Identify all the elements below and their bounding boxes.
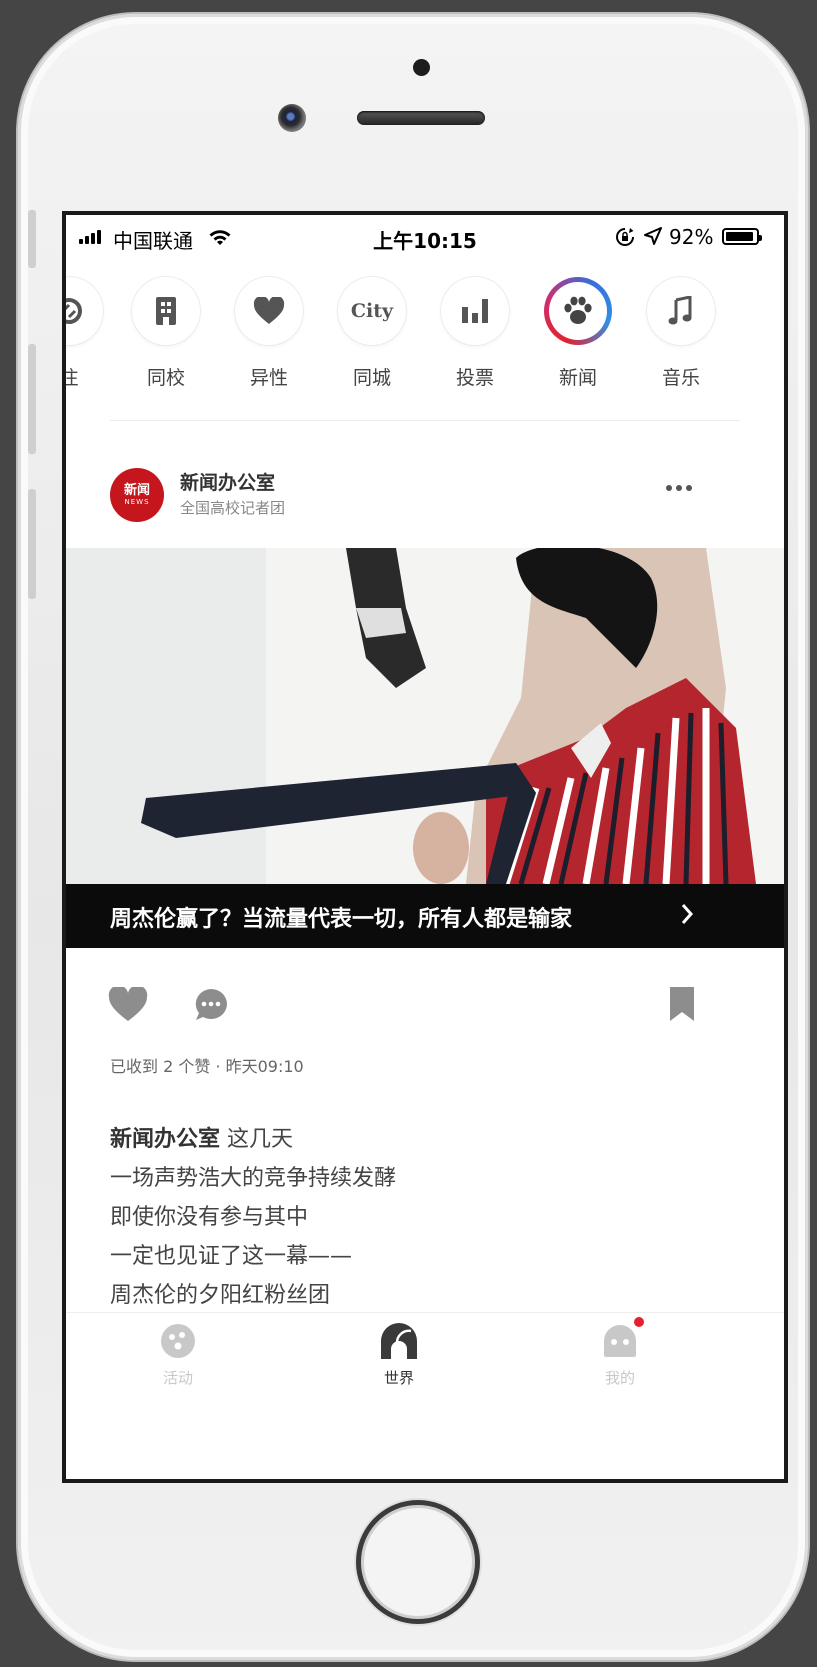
author-name[interactable]: 新闻办公室 bbox=[180, 468, 275, 495]
heart-icon bbox=[235, 277, 303, 345]
category-music[interactable]: 音乐 bbox=[636, 277, 726, 390]
profile-icon bbox=[600, 1317, 644, 1361]
music-note-icon bbox=[647, 277, 715, 345]
category-label: 同城 bbox=[352, 367, 391, 389]
post-body-line: 新闻办公室 这几天 bbox=[110, 1127, 294, 1152]
author-avatar[interactable]: 新闻 NEWS bbox=[110, 468, 164, 522]
bar-chart-icon bbox=[441, 277, 509, 345]
notification-badge bbox=[634, 1317, 644, 1327]
category-same-school[interactable]: 同校 bbox=[121, 277, 211, 390]
rotation-lock-icon bbox=[616, 228, 634, 246]
section-divider bbox=[110, 420, 740, 421]
home-button[interactable] bbox=[356, 1500, 480, 1624]
tab-label: 我的 bbox=[604, 1369, 635, 1387]
post-body-line: 周杰伦的夕阳红粉丝团 bbox=[110, 1283, 331, 1308]
world-icon bbox=[379, 1321, 419, 1361]
like-heart-icon[interactable] bbox=[108, 987, 148, 1023]
photo-caption: 周杰伦赢了？当流量代表一切，所有人都是输家 bbox=[110, 907, 573, 932]
more-options-icon[interactable] bbox=[666, 485, 692, 491]
bottom-tab-bar: 活动 世界 我的 bbox=[66, 1312, 784, 1398]
tab-profile[interactable]: 我的 bbox=[560, 1317, 680, 1388]
status-bar: 中国联通 上午10:15 92% bbox=[66, 215, 784, 259]
category-label: 新闻 bbox=[558, 367, 597, 389]
tab-label: 活动 bbox=[162, 1369, 193, 1387]
app-screen: 中国联通 上午10:15 92% 注 bbox=[62, 211, 788, 1483]
battery-percent: 92% bbox=[669, 225, 714, 249]
volume-up-button bbox=[28, 344, 36, 454]
battery-level bbox=[726, 232, 753, 241]
category-label: 异性 bbox=[249, 367, 288, 389]
city-icon: City bbox=[338, 277, 406, 345]
photo-caption-bar[interactable]: 周杰伦赢了？当流量代表一切，所有人都是输家 bbox=[66, 884, 784, 948]
activity-icon bbox=[158, 1321, 198, 1361]
earpiece-speaker bbox=[357, 111, 485, 125]
category-strip[interactable]: 注 同校 异性 City 同城 投票 bbox=[66, 277, 784, 397]
focus-icon bbox=[66, 277, 103, 345]
category-vote[interactable]: 投票 bbox=[430, 277, 520, 390]
post-body-line: 一定也见证了这一幕—— bbox=[110, 1244, 353, 1269]
post-body-line: 一场声势浩大的竞争持续发酵 bbox=[110, 1166, 397, 1191]
proximity-sensor bbox=[413, 59, 430, 76]
category-label: 投票 bbox=[455, 367, 494, 389]
tab-activity[interactable]: 活动 bbox=[118, 1321, 238, 1388]
category-news[interactable]: 新闻 bbox=[533, 277, 623, 390]
front-camera bbox=[278, 104, 306, 132]
mute-switch bbox=[28, 210, 36, 268]
category-active-ring bbox=[544, 277, 612, 345]
post-body: 新闻办公室 这几天 一场声势浩大的竞争持续发酵 即使你没有参与其中 一定也见证了… bbox=[110, 1120, 396, 1315]
paw-icon bbox=[549, 282, 607, 340]
author-subtitle: 全国高校记者团 bbox=[180, 499, 286, 517]
category-follow[interactable]: 注 bbox=[66, 277, 114, 390]
tab-world[interactable]: 世界 bbox=[339, 1321, 459, 1388]
category-label: 注 bbox=[66, 363, 114, 390]
post-body-line: 即使你没有参与其中 bbox=[110, 1205, 309, 1230]
location-arrow-icon bbox=[644, 227, 662, 245]
post-author-mention[interactable]: 新闻办公室 bbox=[110, 1127, 220, 1152]
comment-bubble-icon[interactable] bbox=[193, 987, 229, 1023]
category-label: 同校 bbox=[146, 367, 185, 389]
volume-down-button bbox=[28, 489, 36, 599]
building-icon bbox=[132, 277, 200, 345]
battery-icon bbox=[722, 228, 762, 245]
bookmark-icon[interactable] bbox=[669, 986, 695, 1022]
tab-label: 世界 bbox=[383, 1369, 414, 1387]
category-same-city[interactable]: City 同城 bbox=[327, 277, 417, 390]
chevron-right-icon bbox=[681, 904, 694, 924]
like-count-timestamp: 已收到 2 个赞 · 昨天09:10 bbox=[110, 1057, 304, 1076]
category-opposite-sex[interactable]: 异性 bbox=[224, 277, 314, 390]
post-photo[interactable] bbox=[66, 548, 784, 884]
category-label: 音乐 bbox=[661, 367, 700, 389]
